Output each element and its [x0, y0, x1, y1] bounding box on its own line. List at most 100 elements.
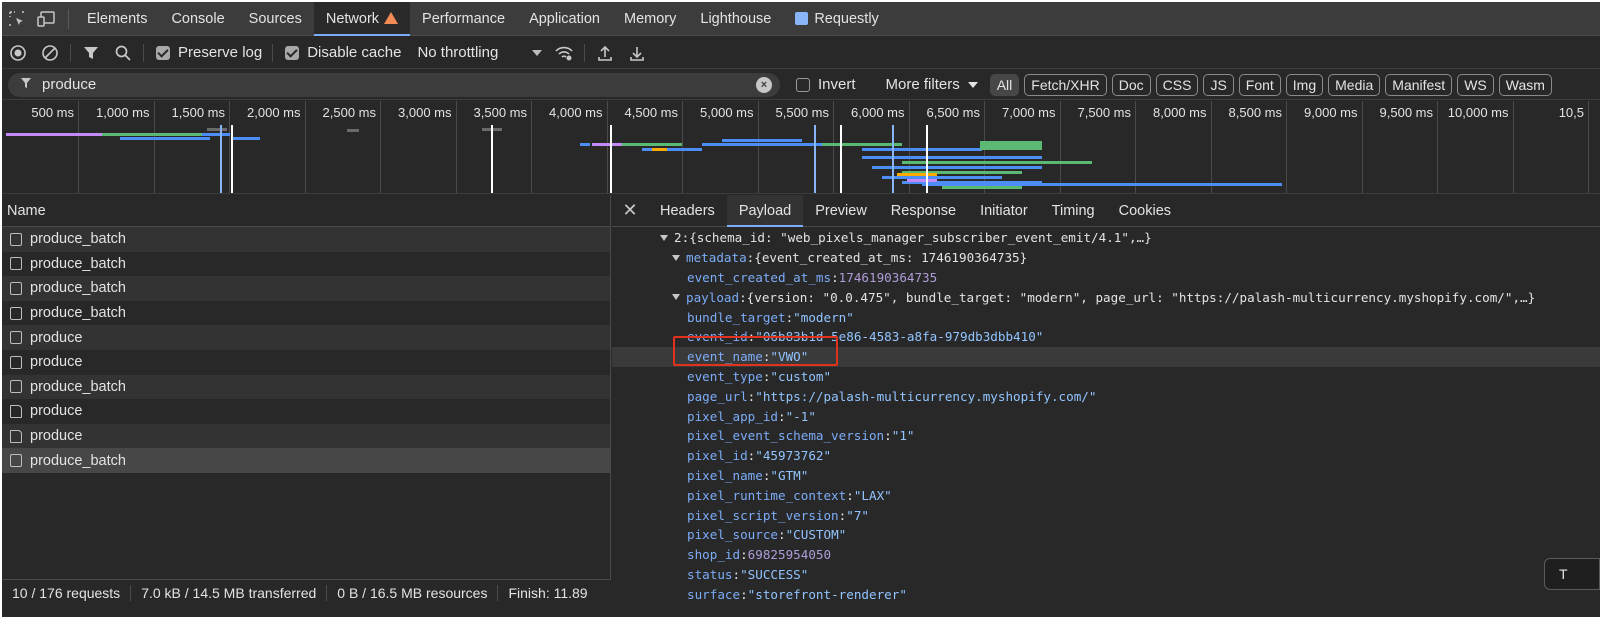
payload-line[interactable]: page_url: "https://palash-multicurrency.… — [612, 386, 1600, 406]
requestly-icon — [795, 12, 809, 25]
payload-line[interactable]: pixel_id: "45973762" — [612, 446, 1600, 466]
payload-key: pixel_name — [687, 467, 763, 483]
more-filters-label: More filters — [885, 76, 960, 93]
payload-line[interactable]: shop_id: 69825954050 — [612, 545, 1600, 565]
chevron-down-icon — [532, 49, 543, 56]
disable-cache-checkbox[interactable]: Disable cache — [285, 44, 401, 61]
request-row[interactable]: produce — [2, 399, 610, 424]
detail-tab-preview[interactable]: Preview — [803, 195, 879, 227]
name-column-header[interactable]: Name — [2, 195, 610, 227]
request-row[interactable]: produce_batch — [2, 276, 610, 301]
tab-lighthouse[interactable]: Lighthouse — [688, 2, 783, 36]
tab-elements[interactable]: Elements — [75, 2, 159, 36]
filter-chip-js[interactable]: JS — [1203, 73, 1234, 96]
tab-memory[interactable]: Memory — [612, 2, 688, 36]
detail-tab-initiator[interactable]: Initiator — [968, 195, 1040, 227]
invert-checkbox[interactable]: Invert — [796, 76, 856, 93]
throttling-select[interactable]: No throttling — [417, 44, 543, 61]
tab-application[interactable]: Application — [517, 2, 612, 36]
xhr-request-icon — [10, 281, 22, 295]
filter-chip-media[interactable]: Media — [1328, 73, 1381, 96]
payload-key: pixel_id — [687, 448, 748, 464]
filter-input[interactable] — [42, 76, 722, 93]
detail-tab-timing[interactable]: Timing — [1040, 195, 1107, 227]
request-row[interactable]: produce_batch — [2, 252, 610, 277]
clear-icon[interactable] — [34, 37, 66, 69]
timeline-tick-label: 8,000 ms — [1153, 105, 1207, 120]
payload-line[interactable]: pixel_source: "CUSTOM" — [612, 525, 1600, 545]
payload-line[interactable]: surface: "storefront-renderer" — [612, 584, 1600, 604]
filter-chip-fetch-xhr[interactable]: Fetch/XHR — [1024, 73, 1107, 96]
payload-line[interactable]: bundle_target: "modern" — [612, 307, 1600, 327]
payload-value: "7" — [846, 507, 869, 523]
xhr-request-icon — [10, 306, 22, 320]
filter-icon[interactable] — [75, 37, 107, 69]
expand-triangle-icon[interactable] — [672, 254, 680, 261]
close-icon[interactable]: ✕ — [612, 195, 648, 227]
tab-label: Lighthouse — [700, 10, 772, 27]
tab-sources[interactable]: Sources — [237, 2, 314, 36]
payload-line[interactable]: pixel_runtime_context: "LAX" — [612, 485, 1600, 505]
inspect-element-icon[interactable] — [2, 2, 32, 36]
payload-line[interactable]: metadata: {event_created_at_ms: 17461903… — [612, 248, 1600, 268]
more-filters-dropdown[interactable]: More filters — [886, 76, 978, 93]
import-har-icon[interactable] — [589, 37, 621, 69]
tab-requestly[interactable]: Requestly — [783, 2, 890, 36]
filter-chip-wasm[interactable]: Wasm — [1498, 73, 1552, 96]
request-row[interactable]: produce — [2, 423, 610, 449]
filter-chip-all[interactable]: All — [989, 73, 1020, 96]
expand-triangle-icon[interactable] — [672, 294, 680, 301]
detail-tab-headers[interactable]: Headers — [648, 195, 727, 227]
payload-colon: : — [681, 230, 690, 246]
filter-chip-font[interactable]: Font — [1238, 73, 1281, 96]
payload-line[interactable]: pixel_script_version: "7" — [612, 505, 1600, 525]
filter-chip-img[interactable]: Img — [1285, 73, 1324, 96]
search-icon[interactable] — [107, 37, 139, 69]
timeline-event-marker — [231, 125, 233, 193]
timeline-tick-label: 10,000 ms — [1447, 105, 1509, 120]
request-row[interactable]: produce_batch — [2, 301, 610, 326]
filter-chip-ws[interactable]: WS — [1457, 73, 1494, 96]
payload-line[interactable]: event_type: "custom" — [612, 367, 1600, 387]
timeline-overview[interactable]: 500 ms 1,000 ms 1,500 ms 2,000 ms 2,500 ms 3,… — [2, 101, 1600, 194]
timeline-tick-label: 3,500 ms — [473, 105, 527, 120]
request-name: produce — [30, 428, 83, 445]
payload-value: "GTM" — [770, 467, 809, 483]
payload-line[interactable]: pixel_app_id: "-1" — [612, 406, 1600, 426]
timeline-tick-label: 5,000 ms — [700, 105, 754, 120]
resource-type-filters: All Fetch/XHR Doc CSS JS Font Img Media Manifest… — [989, 73, 1552, 96]
network-conditions-icon[interactable] — [548, 37, 580, 69]
payload-line[interactable]: event_created_at_ms: 1746190364735 — [612, 268, 1600, 288]
payload-line[interactable]: status: "SUCCESS" — [612, 565, 1600, 585]
payload-value: "1" — [891, 428, 915, 444]
tab-network[interactable]: Network — [313, 2, 411, 36]
filter-chip-manifest[interactable]: Manifest — [1385, 73, 1453, 96]
detail-tab-response[interactable]: Response — [879, 195, 968, 227]
clear-filter-icon[interactable]: × — [756, 76, 772, 93]
payload-line[interactable]: 2: {schema_id: "web_pixels_manager_subsc… — [612, 228, 1600, 248]
tab-performance[interactable]: Performance — [410, 2, 517, 36]
payload-value: "LAX" — [853, 487, 892, 503]
request-row[interactable]: produce_batch — [2, 448, 610, 473]
tab-console[interactable]: Console — [159, 2, 236, 36]
preserve-log-checkbox[interactable]: Preserve log — [156, 44, 262, 61]
document-icon — [10, 404, 22, 418]
request-row[interactable]: produce — [2, 325, 610, 350]
payload-line[interactable]: pixel_name: "GTM" — [612, 466, 1600, 486]
expand-triangle-icon[interactable] — [660, 234, 668, 241]
request-row[interactable]: produce_batch — [2, 227, 610, 252]
payload-line[interactable]: payload: {version: "0.0.475", bundle_tar… — [612, 287, 1600, 307]
chevron-down-icon — [967, 81, 978, 88]
device-toolbar-icon[interactable] — [32, 2, 62, 36]
request-row[interactable]: produce_batch — [2, 374, 610, 400]
export-har-icon[interactable] — [621, 37, 653, 69]
payload-key: event_created_at_ms — [687, 269, 832, 285]
timeline-tick-label: 6,500 ms — [926, 105, 980, 120]
detail-tab-payload[interactable]: Payload — [726, 194, 804, 227]
detail-tab-cookies[interactable]: Cookies — [1107, 195, 1183, 227]
payload-line[interactable]: pixel_event_schema_version: "1" — [612, 426, 1600, 446]
filter-chip-css[interactable]: CSS — [1155, 73, 1199, 96]
record-icon[interactable] — [2, 37, 34, 69]
filter-chip-doc[interactable]: Doc — [1111, 73, 1151, 96]
request-row[interactable]: produce — [2, 350, 610, 375]
